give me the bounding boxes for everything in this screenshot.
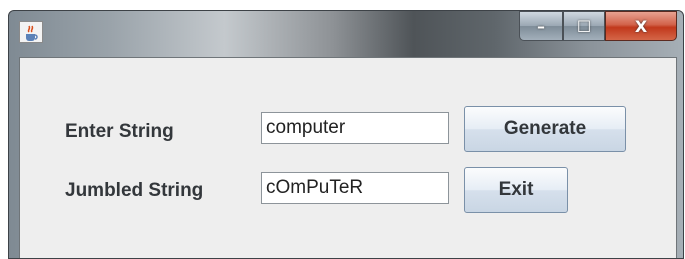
app-window: – ☐ X Enter String Generate Jumbled Stri… xyxy=(8,10,684,259)
jumbled-string-label: Jumbled String xyxy=(65,180,204,201)
content-panel: Enter String Generate Jumbled String Exi… xyxy=(19,57,677,258)
maximize-button[interactable]: ☐ xyxy=(563,11,605,41)
java-cup-icon[interactable] xyxy=(19,21,43,43)
title-bar[interactable]: – ☐ X xyxy=(9,11,683,57)
enter-string-input[interactable] xyxy=(261,112,449,144)
minimize-button[interactable]: – xyxy=(519,11,563,41)
close-button[interactable]: X xyxy=(605,11,677,41)
exit-button[interactable]: Exit xyxy=(464,167,568,213)
enter-string-label: Enter String xyxy=(65,121,174,142)
generate-button[interactable]: Generate xyxy=(464,106,626,152)
maximize-icon: ☐ xyxy=(576,16,592,36)
close-icon: X xyxy=(634,16,648,36)
minimize-icon: – xyxy=(537,16,545,36)
window-controls: – ☐ X xyxy=(519,11,677,41)
jumbled-string-field[interactable] xyxy=(261,172,449,204)
